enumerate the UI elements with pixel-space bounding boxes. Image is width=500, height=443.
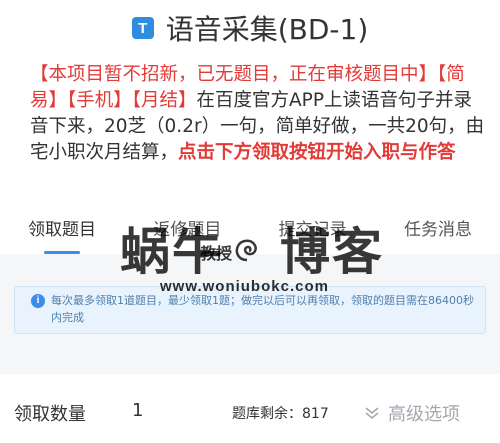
tab-revise-questions[interactable]: 返修题目: [153, 206, 221, 254]
claim-controls: 领取数量 1 题库剩余：817 高级选项: [0, 380, 500, 443]
page-header: T 语音采集(BD-1): [0, 0, 500, 56]
info-icon: i: [31, 294, 45, 308]
tab-claim-questions[interactable]: 领取题目: [28, 206, 96, 254]
task-description: 【本项目暂不招新，已无题目，正在审核题目中】【简易】【手机】【月结】在百度官方A…: [30, 62, 485, 166]
stock-remaining: 题库剩余：817: [232, 406, 329, 422]
tab-label: 提交记录: [278, 220, 347, 240]
tab-label: 领取题目: [28, 220, 96, 240]
tab-label: 任务消息: [403, 220, 472, 240]
tab-submit-records[interactable]: 提交记录: [279, 206, 347, 254]
advanced-options-label: 高级选项: [388, 404, 460, 425]
description-call-to-action: 点击下方领取按钮开始入职与作答: [178, 142, 456, 163]
info-notice: i 每次最多领取1道题目，最少领取1题；做完以后可以再领取，领取的题目需在864…: [14, 286, 486, 334]
tab-label: 返修题目: [153, 220, 222, 240]
advanced-options-toggle[interactable]: 高级选项: [364, 400, 460, 426]
quantity-input[interactable]: 1: [132, 400, 143, 421]
quantity-label: 领取数量: [14, 404, 86, 425]
tab-bar: 领取题目 返修题目 提交记录 任务消息: [0, 206, 500, 254]
task-type-badge-icon: T: [131, 17, 154, 39]
page-title: 语音采集(BD-1): [165, 13, 369, 46]
double-chevron-down-icon: [365, 407, 379, 420]
tab-task-messages[interactable]: 任务消息: [404, 206, 472, 254]
notice-text: 每次最多领取1道题目，最少领取1题；做完以后可以再领取，领取的题目需在86400…: [51, 294, 474, 324]
